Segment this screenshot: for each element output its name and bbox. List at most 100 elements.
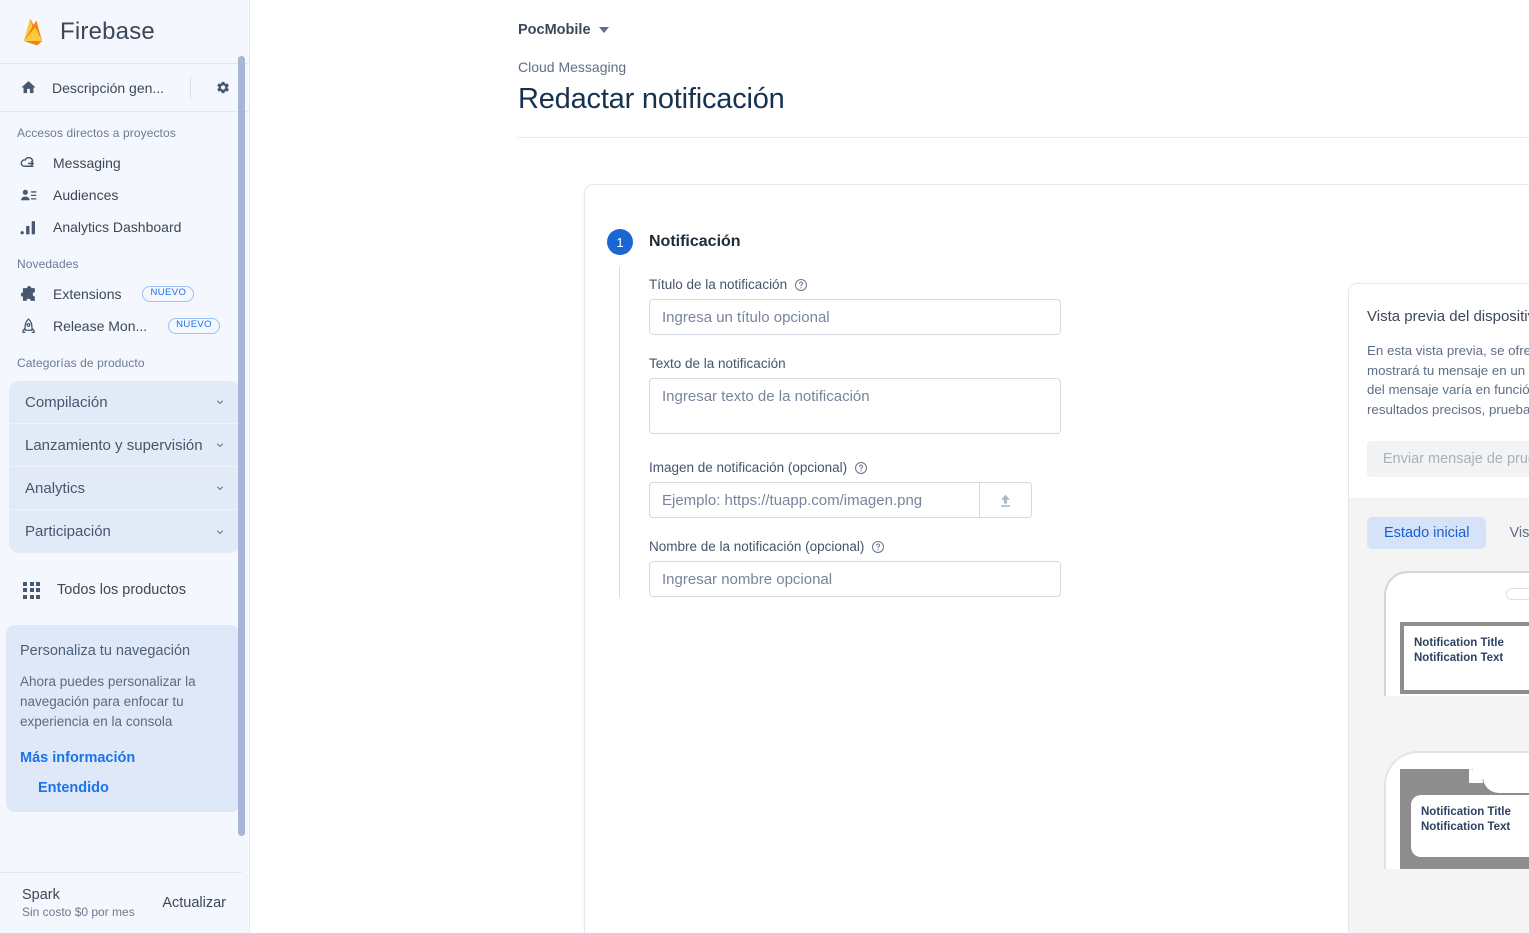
preview-tabs: Estado inicial Vista expandida — [1349, 517, 1529, 549]
apple-preview: Notification Title Notification Text App… — [1349, 729, 1529, 902]
apple-notification-card: Notification Title Notification Text — [1411, 795, 1529, 857]
project-selector[interactable]: PocMobile — [518, 22, 1529, 38]
rocket-icon — [18, 316, 39, 337]
device-preview-description: En esta vista previa, se ofrece una idea… — [1367, 343, 1529, 417]
upload-icon — [1001, 494, 1010, 507]
notification-text-input[interactable] — [649, 378, 1061, 434]
sidebar-item-label: Extensions — [53, 286, 122, 302]
help-circle-icon[interactable] — [794, 278, 808, 292]
compose-notification-card: 1 Notificación Título de la notificación — [584, 184, 1529, 933]
page-title: Redactar notificación — [518, 83, 785, 115]
sidebar: Firebase Descripción gen... Accesos dire… — [0, 0, 250, 933]
android-preview: Notification Title Notification Text And… — [1349, 549, 1529, 729]
home-icon — [18, 77, 39, 98]
chevron-down-icon — [217, 400, 223, 404]
label-text: Título de la notificación — [649, 277, 788, 292]
puzzle-icon — [18, 284, 39, 305]
device-preview-panel: Vista previa del dispositivo En esta vis… — [1348, 283, 1529, 933]
notification-title-input[interactable] — [649, 299, 1061, 335]
notification-name-label: Nombre de la notificación (opcional) — [649, 539, 1032, 554]
categories-section-title: Categorías de producto — [17, 356, 145, 370]
plan-footer: Spark Sin costo $0 por mes Actualizar — [0, 872, 242, 933]
device-preview-header: Vista previa del dispositivo En esta vis… — [1349, 284, 1529, 477]
bar-chart-icon — [18, 217, 39, 238]
speaker-slot — [1506, 588, 1529, 600]
help-circle-icon[interactable] — [854, 461, 868, 475]
label-text: Texto de la notificación — [649, 356, 786, 371]
send-test-message-button[interactable]: Enviar mensaje de prueba — [1367, 441, 1529, 477]
promo-body: Ahora puedes personalizar la navegación … — [20, 674, 196, 729]
cloud-messaging-icon — [18, 153, 39, 174]
notification-body-preview: Notification Text — [1414, 652, 1504, 664]
page-header: PocMobile Cloud Messaging Redactar notif… — [250, 0, 1529, 116]
plan-info: Spark Sin costo $0 por mes — [22, 887, 162, 919]
apple-device-frame: Notification Title Notification Text — [1384, 751, 1529, 869]
divider — [190, 76, 191, 99]
notification-text-label: Texto de la notificación — [649, 356, 1032, 371]
category-label: Compilación — [25, 393, 108, 411]
product-categories: Compilación Lanzamiento y supervisión An… — [9, 381, 240, 553]
sidebar-item-label: Audiences — [53, 187, 119, 203]
notification-image-label: Imagen de notificación (opcional) — [649, 460, 1032, 475]
android-notification-card: Notification Title Notification Text — [1400, 622, 1529, 694]
step-header: 1 Notificación — [585, 185, 1529, 255]
sidebar-item-audiences[interactable]: Audiences — [0, 179, 249, 211]
category-label: Lanzamiento y supervisión — [25, 436, 203, 454]
sidebar-item-all-products[interactable]: Todos los productos — [0, 567, 249, 613]
main-content: PocMobile Cloud Messaging Redactar notif… — [250, 0, 1529, 933]
plan-name: Spark — [22, 887, 60, 903]
news-section-title: Novedades — [17, 257, 79, 271]
sidebar-category-lanzamiento-supervision[interactable]: Lanzamiento y supervisión — [9, 424, 240, 467]
firebase-logo[interactable]: Firebase — [0, 0, 249, 64]
sidebar-category-analytics[interactable]: Analytics — [9, 467, 240, 510]
chevron-down-icon — [217, 486, 223, 490]
apps-grid-icon — [23, 581, 40, 599]
chevron-down-icon — [598, 27, 609, 33]
step-number-badge: 1 — [607, 229, 633, 255]
all-products-label: Todos los productos — [57, 582, 186, 598]
sidebar-item-analytics-dashboard[interactable]: Analytics Dashboard — [0, 211, 249, 243]
overview-label: Descripción gen... — [52, 79, 165, 96]
shortcuts-section-title: Accesos directos a proyectos — [17, 126, 176, 140]
label-text: Nombre de la notificación (opcional) — [649, 539, 865, 554]
tab-vista-expandida[interactable]: Vista expandida — [1492, 517, 1529, 549]
notification-image-input[interactable] — [649, 482, 981, 518]
upload-image-button[interactable] — [980, 482, 1032, 518]
brand-name: Firebase — [60, 17, 155, 45]
project-name: PocMobile — [518, 22, 591, 38]
notification-inner: Notification Title Notification Text — [1411, 795, 1529, 857]
notification-text-block: Notification Title Notification Text — [1421, 805, 1529, 857]
category-label: Analytics — [25, 479, 86, 497]
gear-icon[interactable] — [212, 77, 233, 98]
header-divider — [518, 137, 1529, 138]
upgrade-plan-button[interactable]: Actualizar — [162, 895, 226, 911]
category-label: Participación — [25, 523, 111, 540]
status-badge: NUEVO — [168, 318, 220, 334]
chevron-down-icon — [217, 530, 223, 534]
label-text: Imagen de notificación (opcional) — [649, 460, 848, 475]
promo-more-info-link[interactable]: Más información — [20, 750, 224, 766]
notification-inner: Notification Title Notification Text — [1404, 626, 1529, 690]
sidebar-item-overview[interactable]: Descripción gen... — [0, 64, 249, 112]
device-preview-body: Estado inicial Vista expandida Notificat… — [1349, 498, 1529, 933]
sidebar-item-messaging[interactable]: Messaging — [0, 147, 249, 179]
notification-image-row — [649, 482, 1032, 518]
notification-name-input[interactable] — [649, 561, 1061, 597]
sidebar-item-extensions[interactable]: Extensions NUEVO — [0, 278, 249, 310]
tab-estado-inicial[interactable]: Estado inicial — [1367, 517, 1487, 549]
help-circle-icon[interactable] — [871, 540, 885, 554]
android-device-frame: Notification Title Notification Text — [1384, 571, 1529, 696]
notification-body-preview: Notification Text — [1421, 821, 1511, 833]
notification-title-preview: Notification Title — [1421, 806, 1511, 818]
sidebar-item-label: Messaging — [53, 155, 121, 171]
sidebar-category-compilacion[interactable]: Compilación — [9, 381, 240, 424]
promo-dismiss-button[interactable]: Entendido — [38, 780, 224, 796]
sidebar-category-participacion[interactable]: Participación — [9, 510, 240, 553]
sidebar-item-release-monitoring[interactable]: Release Mon... NUEVO — [0, 310, 249, 342]
breadcrumb: Cloud Messaging — [518, 59, 627, 75]
firebase-flame-icon — [24, 18, 42, 45]
sidebar-scrollbar[interactable] — [238, 56, 245, 836]
ios-notch — [1469, 769, 1529, 793]
